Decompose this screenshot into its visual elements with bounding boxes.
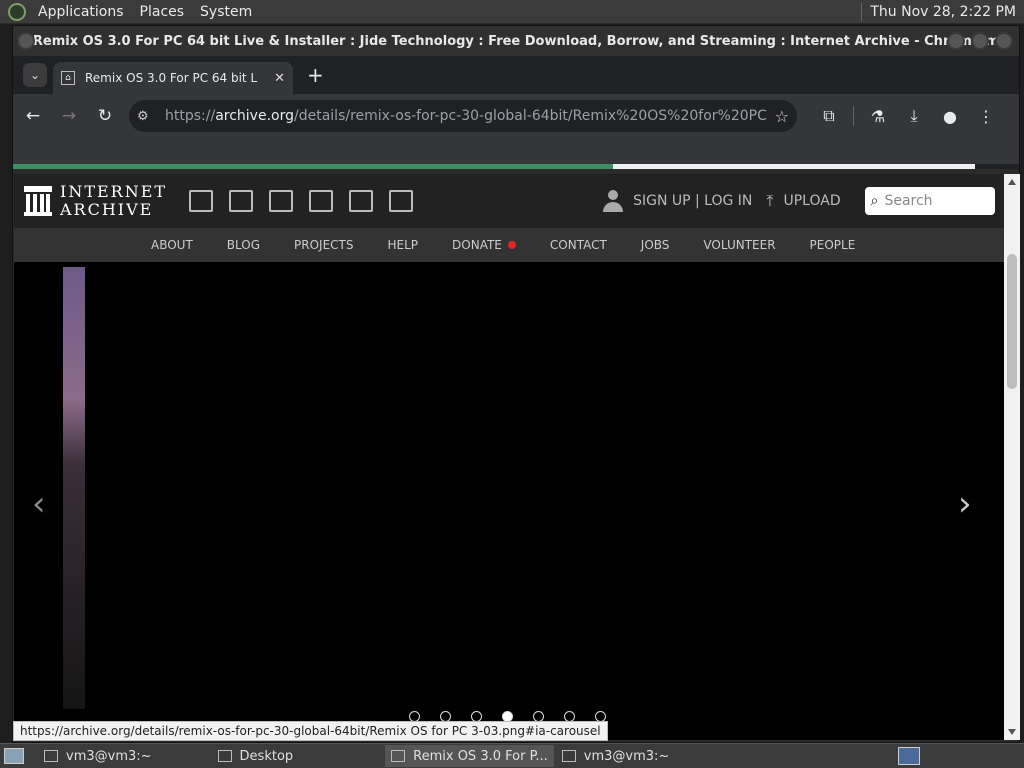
window-menu-button[interactable] — [17, 32, 35, 50]
window-titlebar[interactable]: Remix OS 3.0 For PC 64 bit Live & Instal… — [13, 26, 1019, 56]
address-bar[interactable]: ⚙ https://archive.org/details/remix-os-f… — [129, 100, 797, 132]
close-window-button[interactable] — [995, 32, 1013, 50]
ia-temple-icon — [24, 186, 52, 216]
system-menu[interactable]: System — [192, 4, 260, 20]
upload-icon: ⤒ — [766, 191, 774, 210]
bottom-panel: vm3@vm3:~ Desktop Remix OS 3.0 For P... … — [0, 743, 1024, 768]
tab-title: Remix OS 3.0 For PC 64 bit L — [85, 71, 258, 85]
user-icon — [603, 190, 624, 212]
back-button[interactable]: ← — [17, 100, 49, 132]
terminal-icon — [561, 750, 576, 762]
taskbar-item-terminal-1[interactable]: vm3@vm3:~ — [38, 745, 158, 767]
status-bubble-url: https://archive.org/details/remix-os-for… — [13, 721, 608, 741]
tab-strip: ⌄ ⌂ Remix OS 3.0 For PC 64 bit L ✕ + — [13, 56, 1019, 94]
maximize-button[interactable] — [971, 32, 989, 50]
terminal-icon — [44, 750, 58, 762]
extensions-icon[interactable]: ⧉ — [811, 100, 847, 132]
carousel-prev-icon[interactable]: ‹ — [32, 484, 46, 524]
show-desktop-icon[interactable] — [4, 748, 24, 764]
profile-icon[interactable]: ● — [932, 100, 968, 132]
nav-projects[interactable]: PROJECTS — [294, 238, 353, 252]
window-title: Remix OS 3.0 For PC 64 bit Live & Instal… — [32, 33, 1000, 49]
nav-contact[interactable]: CONTACT — [550, 238, 607, 252]
search-input[interactable]: ⌕ Search — [864, 187, 995, 215]
new-tab-button[interactable]: + — [307, 63, 324, 87]
tab-search-button[interactable]: ⌄ — [23, 63, 47, 87]
workspace-switcher-icon[interactable] — [898, 747, 920, 765]
upload-button[interactable]: ⤒ UPLOAD — [766, 191, 840, 211]
page-viewport: INTERNET ARCHIVE SIGN UP | LOG IN ⤒ UPLO… — [14, 174, 1004, 740]
video-icon[interactable] — [269, 190, 294, 212]
search-icon: ⌕ — [870, 193, 879, 209]
applications-menu[interactable]: Applications — [30, 4, 132, 20]
browser-toolbar: ← → ↻ ⚙ https://archive.org/details/remi… — [13, 94, 1019, 164]
software-icon[interactable] — [349, 190, 374, 212]
taskbar-item-terminal-2[interactable]: vm3@vm3:~ — [556, 745, 676, 767]
image-carousel: ‹ › — [14, 262, 1004, 740]
nav-about[interactable]: ABOUT — [151, 238, 193, 252]
scroll-down-icon[interactable] — [1008, 729, 1016, 735]
site-info-icon[interactable]: ⚙ — [137, 109, 155, 124]
menu-kebab-icon[interactable]: ⋮ — [968, 100, 1004, 132]
archive-favicon-icon: ⌂ — [61, 71, 75, 85]
scroll-thumb[interactable] — [1007, 254, 1017, 389]
nav-help[interactable]: HELP — [388, 238, 419, 252]
close-tab-icon[interactable]: ✕ — [274, 71, 285, 86]
media-type-icons — [189, 190, 429, 212]
donate-heart-icon — [507, 241, 516, 249]
tab-remix-os[interactable]: ⌂ Remix OS 3.0 For PC 64 bit L ✕ — [53, 62, 293, 94]
reload-button[interactable]: ↻ — [89, 100, 121, 132]
carousel-next-icon[interactable]: › — [958, 484, 972, 524]
bookmark-star-icon[interactable]: ☆ — [775, 107, 789, 126]
page-load-bar — [13, 164, 1019, 169]
browser-window: Remix OS 3.0 For PC 64 bit Live & Instal… — [12, 25, 1020, 743]
top-panel: Applications Places System Thu Nov 28, 2… — [0, 0, 1024, 24]
ia-header: INTERNET ARCHIVE SIGN UP | LOG IN ⤒ UPLO… — [14, 174, 1004, 228]
ia-top-nav: ABOUT BLOG PROJECTS HELP DONATE CONTACT … — [14, 228, 1004, 262]
minimize-button[interactable] — [947, 32, 965, 50]
places-menu[interactable]: Places — [132, 4, 193, 20]
taskbar-item-chromium[interactable]: Remix OS 3.0 For P... — [385, 745, 554, 767]
taskbar-item-desktop[interactable]: Desktop — [212, 745, 300, 767]
labs-flask-icon[interactable]: ⚗ — [860, 100, 896, 132]
clock[interactable]: Thu Nov 28, 2:22 PM — [870, 4, 1024, 20]
scroll-up-icon[interactable] — [1008, 179, 1016, 185]
nav-volunteer[interactable]: VOLUNTEER — [703, 238, 775, 252]
chromium-icon — [391, 750, 406, 762]
page-scrollbar[interactable] — [1004, 174, 1020, 740]
url-text[interactable]: https://archive.org/details/remix-os-for… — [165, 108, 767, 124]
download-icon[interactable]: ⤓ — [896, 100, 932, 132]
nav-jobs[interactable]: JOBS — [641, 238, 670, 252]
folder-icon — [217, 750, 232, 762]
nav-blog[interactable]: BLOG — [227, 238, 260, 252]
forward-button[interactable]: → — [53, 100, 85, 132]
nav-people[interactable]: PEOPLE — [810, 238, 856, 252]
web-icon[interactable] — [189, 190, 214, 212]
texts-icon[interactable] — [229, 190, 254, 212]
gnome-foot-icon[interactable] — [8, 2, 26, 21]
images-icon[interactable] — [389, 190, 414, 212]
nav-donate[interactable]: DONATE — [452, 238, 516, 252]
signup-login[interactable]: SIGN UP | LOG IN — [603, 190, 752, 212]
audio-icon[interactable] — [309, 190, 334, 212]
carousel-image — [63, 267, 85, 709]
ia-logo[interactable]: INTERNET ARCHIVE — [24, 183, 167, 219]
